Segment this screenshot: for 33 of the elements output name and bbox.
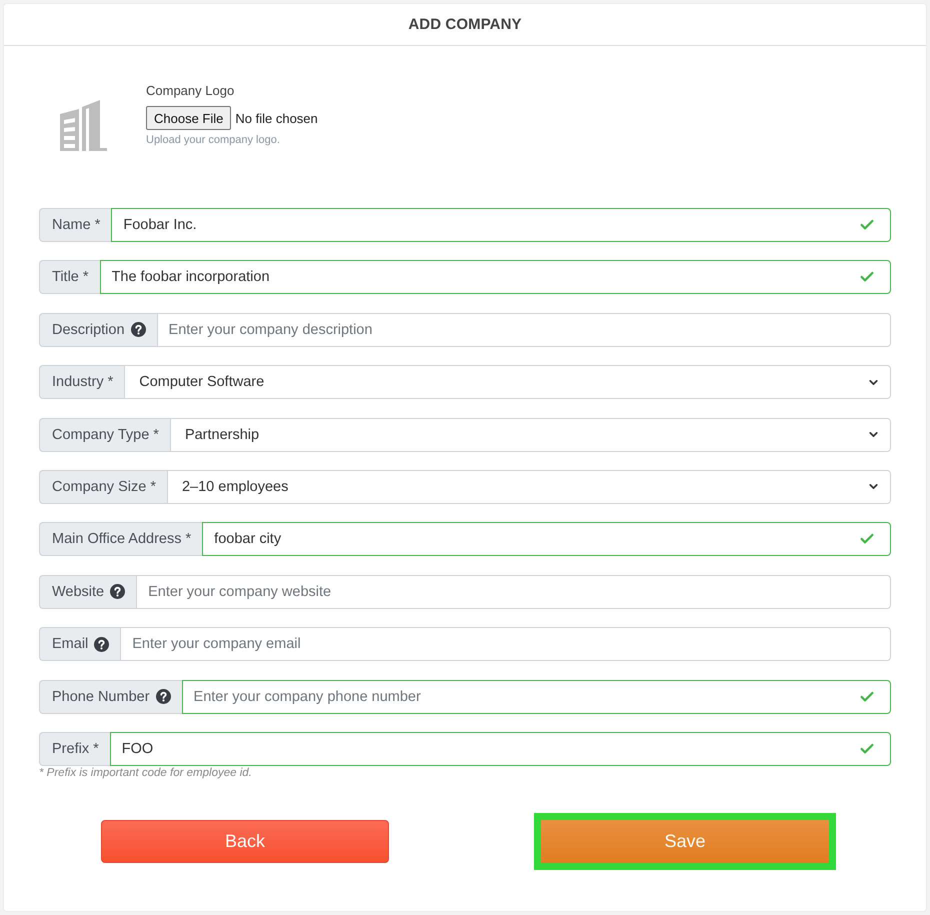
field-label: Company Size * bbox=[52, 478, 156, 495]
file-status: No file chosen bbox=[235, 110, 318, 126]
select-field[interactable]: 2–10 employees bbox=[166, 470, 891, 504]
input-field[interactable]: Enter your company description bbox=[156, 312, 891, 347]
logo-hint: Upload your company logo. bbox=[146, 134, 281, 146]
help-icon[interactable] bbox=[94, 636, 110, 652]
input-field[interactable]: Foobar Inc. bbox=[111, 208, 891, 242]
field-label: Website bbox=[52, 584, 104, 600]
help-icon[interactable] bbox=[110, 584, 126, 600]
field-label: Prefix * bbox=[52, 740, 99, 757]
input-field[interactable]: Enter your company phone number bbox=[182, 680, 891, 714]
field-label: Name * bbox=[52, 217, 100, 233]
form-title: ADD COMPANY bbox=[408, 16, 522, 33]
field-label: Company Type * bbox=[52, 426, 159, 443]
field-label: Main Office Address * bbox=[52, 531, 192, 548]
input-field[interactable]: Enter your company email bbox=[120, 627, 891, 662]
field-label: Email bbox=[52, 636, 88, 652]
input-field[interactable]: The foobar incorporation bbox=[100, 260, 891, 294]
field-label: Title * bbox=[52, 269, 89, 286]
field-label: Description bbox=[52, 322, 125, 338]
choose-file-button[interactable]: Choose File bbox=[146, 106, 232, 130]
input-field[interactable]: foobar city bbox=[202, 522, 891, 556]
prefix-note: * Prefix is important code for employee id. bbox=[39, 767, 253, 780]
field-label: Industry * bbox=[52, 374, 114, 390]
help-icon[interactable] bbox=[156, 689, 171, 704]
select-field[interactable]: Computer Software bbox=[124, 365, 891, 400]
select-field[interactable]: Partnership bbox=[170, 418, 891, 452]
field-label: Phone Number bbox=[52, 688, 150, 705]
building-icon bbox=[60, 100, 107, 151]
help-icon[interactable] bbox=[130, 322, 146, 338]
input-field[interactable]: Enter your company website bbox=[136, 574, 891, 609]
input-field[interactable]: FOO bbox=[110, 732, 891, 766]
logo-label: Company Logo bbox=[146, 83, 236, 98]
